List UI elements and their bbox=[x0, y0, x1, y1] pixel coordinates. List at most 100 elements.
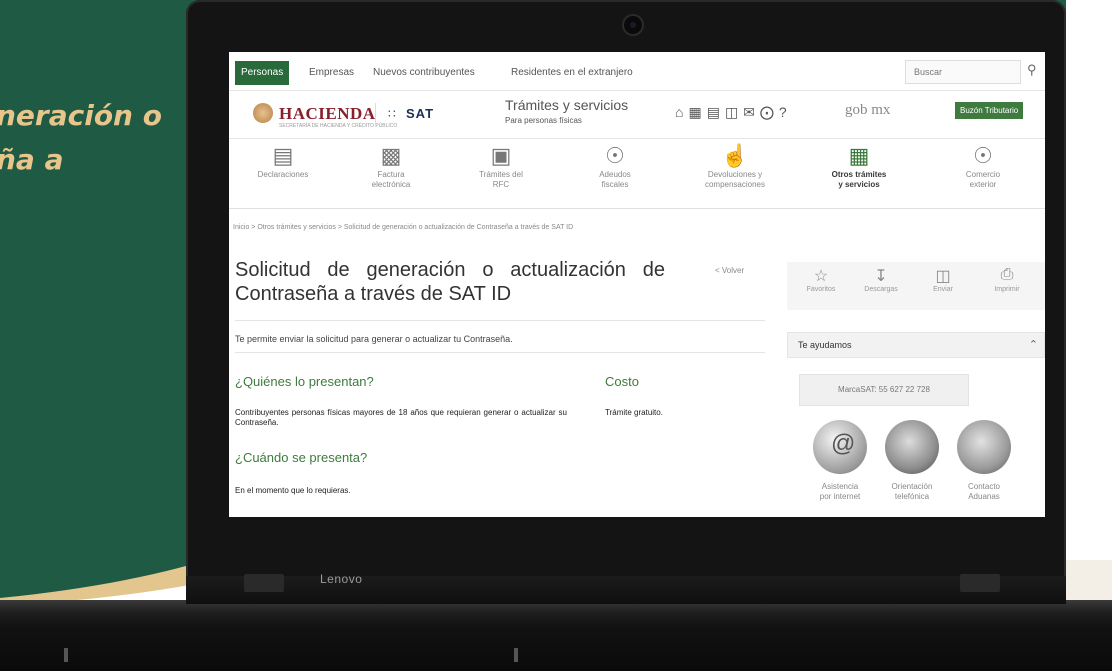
help-item-internet[interactable]: Asistencia por internet bbox=[805, 482, 875, 502]
hacienda-wordmark: HACIENDA bbox=[279, 104, 376, 123]
help-item-label: Aduanas bbox=[968, 492, 1000, 501]
category-label: electrónica bbox=[371, 180, 411, 189]
audience-tabs: Personas Empresas Nuevos contribuyentes … bbox=[229, 52, 1045, 91]
category-label: Trámites del bbox=[479, 170, 523, 179]
category-label: y servicios bbox=[838, 180, 880, 189]
category-adeudos[interactable]: ☉ Adeudos fiscales bbox=[565, 142, 665, 190]
when-text: En el momento que lo requieras. bbox=[235, 486, 351, 495]
section-subtitle: Para personas físicas bbox=[505, 116, 582, 125]
divider bbox=[235, 352, 765, 353]
divider bbox=[235, 320, 765, 321]
category-label: compensaciones bbox=[704, 180, 766, 189]
book-icon[interactable]: ◫ bbox=[725, 104, 743, 120]
category-label: exterior bbox=[969, 180, 997, 189]
help-item-label: telefónica bbox=[894, 492, 930, 501]
back-link[interactable]: < Volver bbox=[715, 266, 744, 275]
compass-icon[interactable]: ⨀ bbox=[760, 104, 779, 120]
help-heading: Te ayudamos bbox=[798, 340, 852, 350]
help-item-phone[interactable]: Orientación telefónica bbox=[877, 482, 947, 502]
downloads-button[interactable]: ↧ Descargas bbox=[851, 266, 911, 293]
refund-icon: ☝ bbox=[721, 143, 749, 168]
help-item-label: Orientación bbox=[891, 482, 933, 491]
laptop-hinge bbox=[186, 576, 1066, 604]
gob-mx-link[interactable]: gob mx bbox=[845, 102, 890, 119]
favorites-button[interactable]: ☆ Favoritos bbox=[791, 266, 851, 293]
action-label: Enviar bbox=[933, 286, 953, 293]
category-label: Comercio bbox=[965, 170, 1001, 179]
phone-help-image[interactable] bbox=[885, 420, 939, 474]
category-label: Devoluciones y bbox=[707, 170, 763, 179]
webcam-icon bbox=[622, 14, 644, 36]
site-header: HACIENDA SECRETARÍA DE HACIENDA Y CRÉDIT… bbox=[229, 92, 1045, 139]
section-title: Trámites y servicios bbox=[505, 97, 629, 113]
help-icon[interactable]: ? bbox=[779, 104, 792, 120]
hacienda-seal-icon bbox=[253, 103, 273, 123]
search-icon[interactable]: ⚲ bbox=[1027, 62, 1037, 78]
laptop-foot bbox=[514, 648, 518, 662]
sat-dots-icon: ∷ bbox=[388, 107, 396, 121]
home-icon[interactable]: ⌂ bbox=[675, 104, 688, 120]
buzon-tributario-button[interactable]: Buzón Tributario bbox=[955, 102, 1024, 119]
hero-line-3: ña a bbox=[0, 143, 64, 176]
hinge-block-right bbox=[960, 574, 1000, 592]
category-declaraciones[interactable]: ▤ Declaraciones bbox=[233, 142, 333, 180]
send-icon: ◫ bbox=[935, 268, 951, 285]
building-icon: ▤ bbox=[272, 143, 294, 168]
page-title: Solicitud de generación o actualización … bbox=[235, 259, 665, 305]
header-icon-bar: ⌂▦▤◫✉⨀? bbox=[675, 104, 792, 121]
chevron-up-icon[interactable]: ⌃ bbox=[1029, 333, 1038, 357]
customs-contact-image[interactable] bbox=[957, 420, 1011, 474]
print-button[interactable]: ⎙ Imprimir bbox=[977, 266, 1037, 293]
action-label: Imprimir bbox=[994, 286, 1020, 293]
star-icon: ☆ bbox=[813, 268, 829, 285]
who-text: Contribuyentes personas físicas mayores … bbox=[235, 408, 567, 427]
who-heading: ¿Quiénes lo presentan? bbox=[235, 374, 374, 389]
printer-icon: ⎙ bbox=[1000, 266, 1014, 283]
invoice-icon: ▩ bbox=[380, 143, 402, 168]
category-comercio-exterior[interactable]: ☉ Comercio exterior bbox=[933, 142, 1033, 190]
tab-residentes-extranjero[interactable]: Residentes en el extranjero bbox=[507, 61, 637, 85]
category-label: Declaraciones bbox=[257, 170, 309, 179]
trade-icon: ☉ bbox=[973, 143, 993, 168]
action-label: Descargas bbox=[864, 286, 898, 293]
cost-text: Trámite gratuito. bbox=[605, 408, 663, 417]
tab-personas[interactable]: Personas bbox=[235, 61, 290, 85]
help-item-customs[interactable]: Contacto Aduanas bbox=[949, 482, 1019, 502]
laptop-brand: Lenovo bbox=[320, 572, 363, 586]
search-input[interactable]: Buscar bbox=[905, 60, 1021, 84]
help-item-label: Asistencia bbox=[821, 482, 859, 491]
breadcrumb[interactable]: Inicio > Otros trámites y servicios > So… bbox=[233, 224, 573, 231]
category-label: fiscales bbox=[601, 180, 629, 189]
help-item-label: Contacto bbox=[967, 482, 1001, 491]
calculator-icon[interactable]: ▦ bbox=[688, 104, 706, 120]
category-devoluciones[interactable]: ☝ Devoluciones y compensaciones bbox=[685, 142, 785, 190]
category-label: Otros trámites bbox=[831, 170, 887, 179]
phone-number[interactable]: MarcaSAT: 55 627 22 728 bbox=[799, 374, 969, 406]
category-otros-tramites[interactable]: ▦ Otros trámites y servicios bbox=[809, 142, 909, 190]
help-item-label: por internet bbox=[819, 492, 861, 501]
category-label: RFC bbox=[492, 180, 510, 189]
cost-heading: Costo bbox=[605, 374, 639, 389]
help-panel-header[interactable]: Te ayudamos ⌃ bbox=[787, 332, 1045, 358]
other-icon: ▦ bbox=[848, 143, 870, 168]
at-sign-icon: @ bbox=[831, 430, 856, 457]
mail-icon[interactable]: ✉ bbox=[743, 104, 760, 120]
send-button[interactable]: ◫ Enviar bbox=[913, 266, 973, 293]
category-factura[interactable]: ▩ Factura electrónica bbox=[341, 142, 441, 190]
download-icon: ↧ bbox=[874, 268, 888, 285]
when-heading: ¿Cuándo se presenta? bbox=[235, 450, 368, 465]
browser-screen: Personas Empresas Nuevos contribuyentes … bbox=[229, 52, 1045, 517]
hinge-block-left bbox=[244, 574, 284, 592]
category-label: Adeudos bbox=[599, 170, 631, 179]
sat-logo[interactable]: ∷ SAT bbox=[375, 103, 468, 127]
laptop-foot bbox=[64, 648, 68, 662]
rfc-icon: ▣ bbox=[490, 143, 512, 168]
intro-text: Te permite enviar la solicitud para gene… bbox=[235, 334, 513, 344]
category-rfc[interactable]: ▣ Trámites del RFC bbox=[451, 142, 551, 190]
debt-icon: ☉ bbox=[605, 143, 625, 168]
tab-nuevos-contribuyentes[interactable]: Nuevos contribuyentes bbox=[369, 61, 479, 85]
calendar-icon[interactable]: ▤ bbox=[707, 104, 725, 120]
sat-wordmark: SAT bbox=[406, 106, 435, 121]
action-label: Favoritos bbox=[806, 286, 836, 293]
tab-empresas[interactable]: Empresas bbox=[305, 61, 358, 85]
